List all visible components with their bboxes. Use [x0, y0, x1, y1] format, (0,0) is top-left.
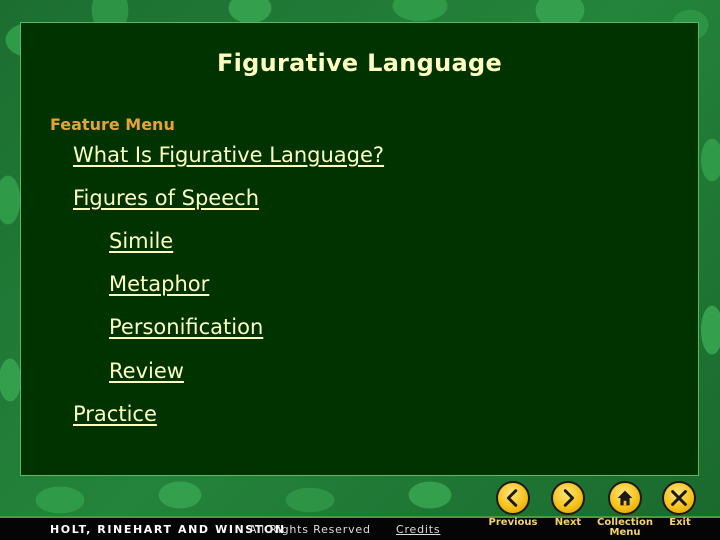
menu-link-figures-of-speech[interactable]: Figures of Speech — [73, 186, 259, 210]
rights-text: All Rights Reserved — [249, 523, 371, 536]
credits-link[interactable]: Credits — [396, 523, 440, 536]
chevron-right-icon — [563, 489, 575, 507]
collection-menu-label[interactable]: Collection Menu — [595, 518, 655, 538]
collection-menu-label-line2: Menu — [609, 527, 641, 538]
previous-button[interactable] — [496, 481, 530, 515]
menu-link-personification[interactable]: Personification — [109, 315, 263, 339]
collection-menu-button[interactable] — [608, 481, 642, 515]
next-button[interactable] — [551, 481, 585, 515]
home-icon — [617, 490, 633, 506]
menu-link-practice[interactable]: Practice — [73, 402, 157, 426]
menu-link-metaphor[interactable]: Metaphor — [109, 272, 209, 296]
close-icon — [671, 490, 687, 506]
chevron-left-icon — [506, 489, 518, 507]
feature-menu-label: Feature Menu — [50, 115, 175, 134]
content-panel: Figurative Language Feature Menu What Is… — [20, 22, 699, 476]
menu-link-simile[interactable]: Simile — [109, 229, 173, 253]
slide-title: Figurative Language — [216, 49, 503, 77]
exit-button[interactable] — [662, 481, 696, 515]
menu-link-what-is-figurative-language[interactable]: What Is Figurative Language? — [73, 143, 384, 167]
menu-link-review[interactable]: Review — [109, 359, 184, 383]
exit-label[interactable]: Exit — [664, 518, 696, 528]
previous-label[interactable]: Previous — [488, 518, 538, 528]
next-label[interactable]: Next — [549, 518, 587, 528]
